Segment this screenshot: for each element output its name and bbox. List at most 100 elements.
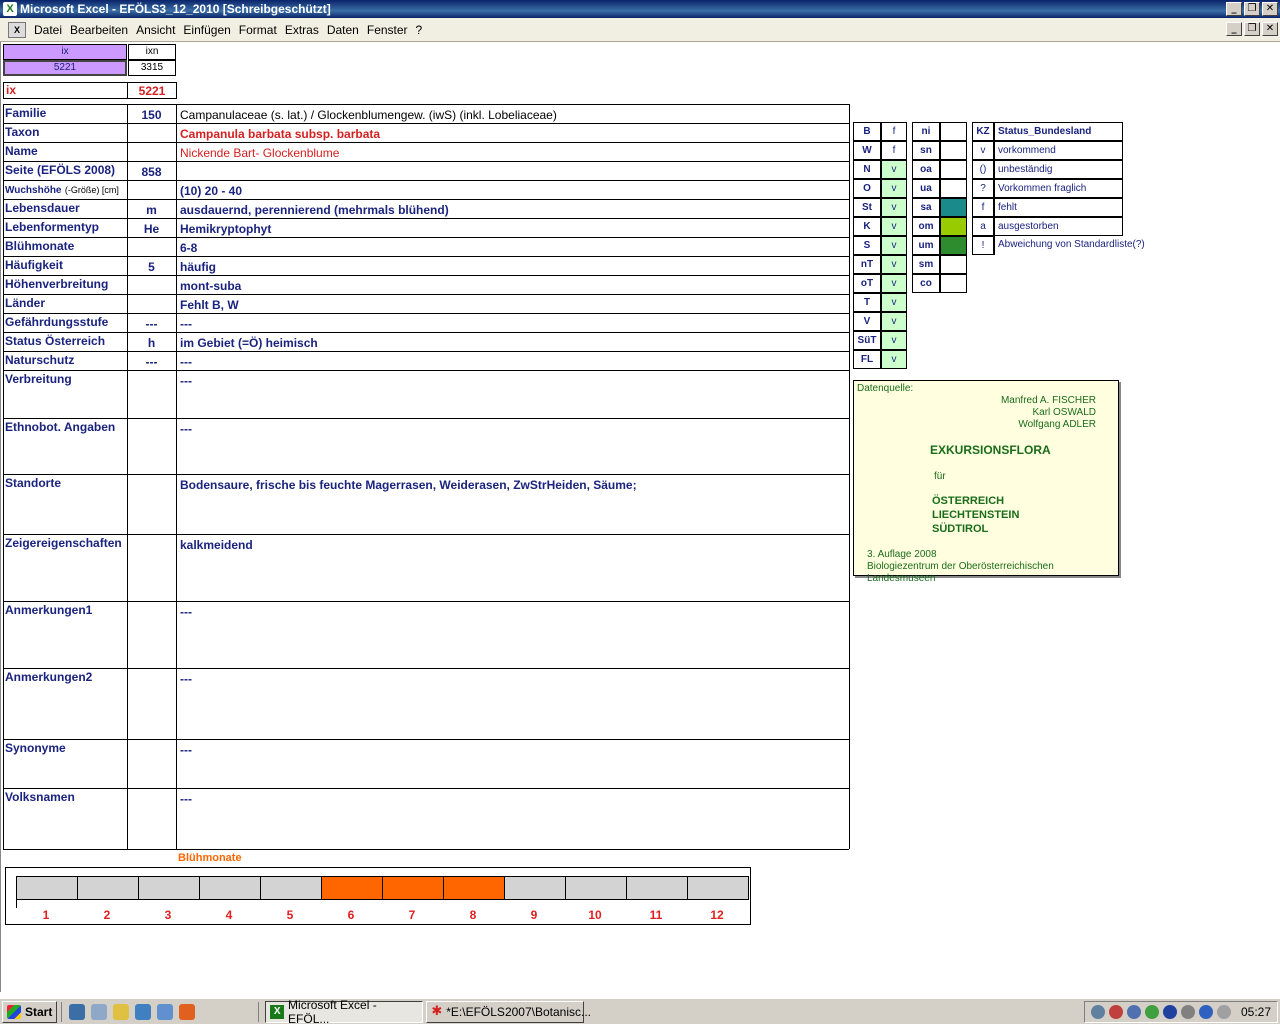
row-code[interactable] (127, 238, 176, 257)
row-code[interactable]: 5 (127, 257, 176, 276)
row-code[interactable] (127, 181, 176, 200)
source-textbox[interactable]: Datenquelle: Manfred A. FISCHER Karl OSW… (853, 380, 1119, 584)
row-code[interactable] (127, 602, 176, 669)
row-value[interactable]: Campanula barbata subsp. barbata (178, 124, 848, 143)
quicklaunch-browser-icon[interactable] (135, 1003, 152, 1020)
doc-close-button[interactable]: ✕ (1262, 22, 1278, 36)
row-value[interactable]: --- (178, 352, 848, 371)
tray-search-icon[interactable] (1126, 1005, 1141, 1019)
row-code[interactable]: m (127, 200, 176, 219)
tray-update-icon[interactable] (1180, 1005, 1195, 1019)
row-code[interactable]: --- (127, 314, 176, 333)
row-value[interactable]: Fehlt B, W (178, 295, 848, 314)
tray-shield-icon[interactable] (1162, 1005, 1177, 1019)
state-status[interactable]: v (881, 350, 907, 369)
row-code[interactable]: 150 (127, 105, 176, 124)
tray-volume-icon[interactable] (1108, 1005, 1123, 1019)
state-status[interactable]: v (881, 274, 907, 293)
bloom-chart[interactable]: 1 2 3 4 5 6 7 8 9 10 11 12 (5, 867, 751, 925)
row-value[interactable]: im Gebiet (=Ö) heimisch (178, 333, 848, 352)
row-value[interactable]: --- (178, 314, 848, 333)
row-code[interactable] (127, 740, 176, 789)
row-code[interactable] (127, 371, 176, 419)
altitude-marker[interactable] (940, 255, 967, 274)
quicklaunch-explorer-icon[interactable] (91, 1003, 108, 1020)
row-value[interactable]: kalkmeidend (178, 535, 848, 602)
task-excel[interactable]: X Microsoft Excel - EFÖL... (265, 998, 424, 1026)
altitude-marker[interactable] (940, 236, 967, 255)
altitude-marker[interactable] (940, 122, 967, 141)
state-status[interactable]: v (881, 293, 907, 312)
quicklaunch-ie-icon[interactable] (69, 1003, 86, 1020)
menu-item-6[interactable]: Daten (323, 23, 363, 37)
quicklaunch-firefox-icon[interactable] (179, 1003, 196, 1020)
menu-item-0[interactable]: Datei (30, 23, 66, 37)
menu-item-7[interactable]: Fenster (363, 23, 412, 37)
row-value[interactable]: --- (178, 602, 848, 669)
task-editor[interactable]: ✱ *E:\EFÖLS2007\Botanisc... (426, 1000, 591, 1023)
row-value[interactable]: Nickende Bart- Glockenblume (178, 143, 848, 162)
doc-restore-button[interactable]: ❐ (1244, 22, 1260, 36)
row-code[interactable] (127, 789, 176, 850)
altitude-marker[interactable] (940, 141, 967, 160)
row-value[interactable]: (10) 20 - 40 (178, 181, 848, 200)
row-code[interactable] (127, 143, 176, 162)
row-code[interactable] (127, 475, 176, 535)
row-value[interactable]: mont-suba (178, 276, 848, 295)
altitude-marker[interactable] (940, 198, 967, 217)
row-value[interactable]: Bodensaure, frische bis feuchte Magerras… (178, 475, 848, 535)
row-value[interactable]: --- (178, 371, 848, 419)
tray-security-icon[interactable] (1144, 1005, 1159, 1019)
row-code[interactable]: h (127, 333, 176, 352)
state-status[interactable]: f (881, 122, 907, 141)
quicklaunch-media-icon[interactable] (113, 1003, 130, 1020)
ix-value-cell[interactable]: 5221 (3, 60, 127, 76)
row-code[interactable] (127, 535, 176, 602)
tray-info-icon[interactable] (1198, 1005, 1213, 1019)
tray-network-icon[interactable] (1090, 1005, 1105, 1019)
row-code[interactable]: 858 (127, 162, 176, 181)
row-code[interactable]: He (127, 219, 176, 238)
state-status[interactable]: f (881, 141, 907, 160)
tray-misc-icon[interactable] (1216, 1005, 1231, 1019)
row-value[interactable] (178, 162, 848, 181)
row-code[interactable] (127, 124, 176, 143)
row-code[interactable]: --- (127, 352, 176, 371)
minimize-button[interactable]: _ (1226, 2, 1242, 16)
row-code[interactable] (127, 419, 176, 475)
row-value[interactable]: --- (178, 419, 848, 475)
workbook-icon[interactable]: X (8, 21, 26, 38)
row-value[interactable]: --- (178, 789, 848, 850)
row-value[interactable]: --- (178, 669, 848, 740)
altitude-marker[interactable] (940, 217, 967, 236)
menu-item-4[interactable]: Format (235, 23, 281, 37)
row-code[interactable] (127, 276, 176, 295)
state-status[interactable]: v (881, 312, 907, 331)
state-status[interactable]: v (881, 198, 907, 217)
menu-item-2[interactable]: Ansicht (132, 23, 179, 37)
row-value[interactable]: --- (178, 740, 848, 789)
excel-app-icon[interactable]: X (3, 2, 17, 16)
close-button[interactable]: ✕ (1262, 2, 1278, 16)
row-code[interactable] (127, 669, 176, 740)
menu-item-3[interactable]: Einfügen (179, 23, 234, 37)
row-value[interactable]: Hemikryptophyt (178, 219, 848, 238)
row-value[interactable]: häufig (178, 257, 848, 276)
menu-item-8[interactable]: ? (412, 23, 427, 37)
ixn-value-cell[interactable]: 3315 (128, 60, 176, 76)
state-status[interactable]: v (881, 160, 907, 179)
row-value[interactable]: Campanulaceae (s. lat.) / Glockenblumeng… (178, 105, 848, 124)
state-status[interactable]: v (881, 179, 907, 198)
altitude-marker[interactable] (940, 160, 967, 179)
row-value[interactable]: 6-8 (178, 238, 848, 257)
row-value[interactable]: ausdauernd, perennierend (mehrmals blühe… (178, 200, 848, 219)
state-status[interactable]: v (881, 331, 907, 350)
quicklaunch-outlook-icon[interactable] (157, 1003, 174, 1020)
doc-minimize-button[interactable]: _ (1226, 22, 1242, 36)
restore-button[interactable]: ❐ (1244, 2, 1260, 16)
menu-item-5[interactable]: Extras (281, 23, 323, 37)
altitude-marker[interactable] (940, 179, 967, 198)
state-status[interactable]: v (881, 236, 907, 255)
state-status[interactable]: v (881, 255, 907, 274)
start-button[interactable]: Start (2, 1000, 58, 1023)
